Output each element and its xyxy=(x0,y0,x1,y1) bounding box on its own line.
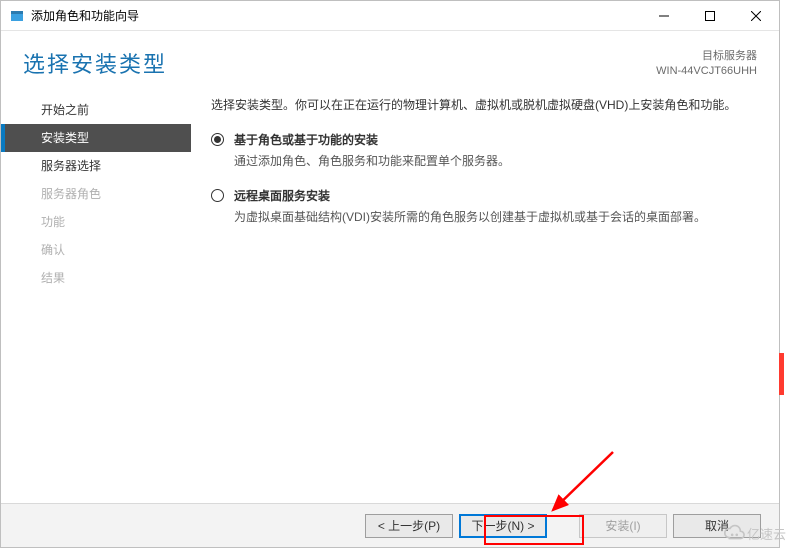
target-server-name: WIN-44VCJT66UHH xyxy=(656,64,757,79)
app-icon xyxy=(9,8,25,24)
close-button[interactable] xyxy=(733,1,779,30)
sidebar-item-label: 确认 xyxy=(41,243,65,257)
footer: < 上一步(P) 下一步(N) > 安装(I) 取消 xyxy=(1,503,779,547)
minimize-button[interactable] xyxy=(641,1,687,30)
radio-icon[interactable] xyxy=(211,189,224,202)
sidebar-item-label: 开始之前 xyxy=(41,103,89,117)
sidebar: 开始之前 安装类型 服务器选择 服务器角色 功能 确认 结果 xyxy=(1,86,191,503)
sidebar-item-before-you-begin[interactable]: 开始之前 xyxy=(1,96,191,124)
maximize-button[interactable] xyxy=(687,1,733,30)
sidebar-item-results: 结果 xyxy=(1,264,191,292)
body: 开始之前 安装类型 服务器选择 服务器角色 功能 确认 结果 选择安装类型。你可… xyxy=(1,86,779,503)
next-button[interactable]: 下一步(N) > xyxy=(459,514,547,538)
sidebar-item-server-selection[interactable]: 服务器选择 xyxy=(1,152,191,180)
instruction-text: 选择安装类型。你可以在正在运行的物理计算机、虚拟机或脱机虚拟硬盘(VHD)上安装… xyxy=(211,96,755,113)
sidebar-item-label: 安装类型 xyxy=(41,131,89,145)
install-button: 安装(I) xyxy=(579,514,667,538)
sidebar-item-label: 服务器角色 xyxy=(41,187,101,201)
option-desc: 通过添加角色、角色服务和功能来配置单个服务器。 xyxy=(234,152,755,169)
target-server-box: 目标服务器 WIN-44VCJT66UHH xyxy=(656,47,757,80)
option-body: 远程桌面服务安装 为虚拟桌面基础结构(VDI)安装所需的角色服务以创建基于虚拟机… xyxy=(234,187,755,225)
target-label: 目标服务器 xyxy=(656,49,757,64)
option-body: 基于角色或基于功能的安装 通过添加角色、角色服务和功能来配置单个服务器。 xyxy=(234,131,755,169)
option-remote-desktop[interactable]: 远程桌面服务安装 为虚拟桌面基础结构(VDI)安装所需的角色服务以创建基于虚拟机… xyxy=(211,187,755,225)
watermark-text: 亿速云 xyxy=(747,524,786,543)
sidebar-item-installation-type[interactable]: 安装类型 xyxy=(1,124,191,152)
back-button[interactable]: < 上一步(P) xyxy=(365,514,453,538)
sidebar-item-features: 功能 xyxy=(1,208,191,236)
option-desc: 为虚拟桌面基础结构(VDI)安装所需的角色服务以创建基于虚拟机或基于会话的桌面部… xyxy=(234,208,755,225)
edge-accent xyxy=(779,353,784,395)
option-title: 基于角色或基于功能的安装 xyxy=(234,131,755,148)
page-title: 选择安装类型 xyxy=(23,47,656,79)
option-role-based[interactable]: 基于角色或基于功能的安装 通过添加角色、角色服务和功能来配置单个服务器。 xyxy=(211,131,755,169)
wizard-window: 添加角色和功能向导 选择安装类型 目标服务器 WIN-44VCJT66UHH 开… xyxy=(0,0,780,548)
sidebar-item-label: 功能 xyxy=(41,215,65,229)
content-pane: 选择安装类型。你可以在正在运行的物理计算机、虚拟机或脱机虚拟硬盘(VHD)上安装… xyxy=(191,86,779,503)
window-controls xyxy=(641,1,779,30)
sidebar-item-confirmation: 确认 xyxy=(1,236,191,264)
titlebar: 添加角色和功能向导 xyxy=(1,1,779,31)
option-title: 远程桌面服务安装 xyxy=(234,187,755,204)
radio-icon[interactable] xyxy=(211,133,224,146)
sidebar-item-label: 服务器选择 xyxy=(41,159,101,173)
header: 选择安装类型 目标服务器 WIN-44VCJT66UHH xyxy=(1,31,779,86)
sidebar-item-server-roles: 服务器角色 xyxy=(1,180,191,208)
sidebar-item-label: 结果 xyxy=(41,271,65,285)
window-title: 添加角色和功能向导 xyxy=(31,7,139,24)
watermark: 亿速云 xyxy=(723,522,786,544)
